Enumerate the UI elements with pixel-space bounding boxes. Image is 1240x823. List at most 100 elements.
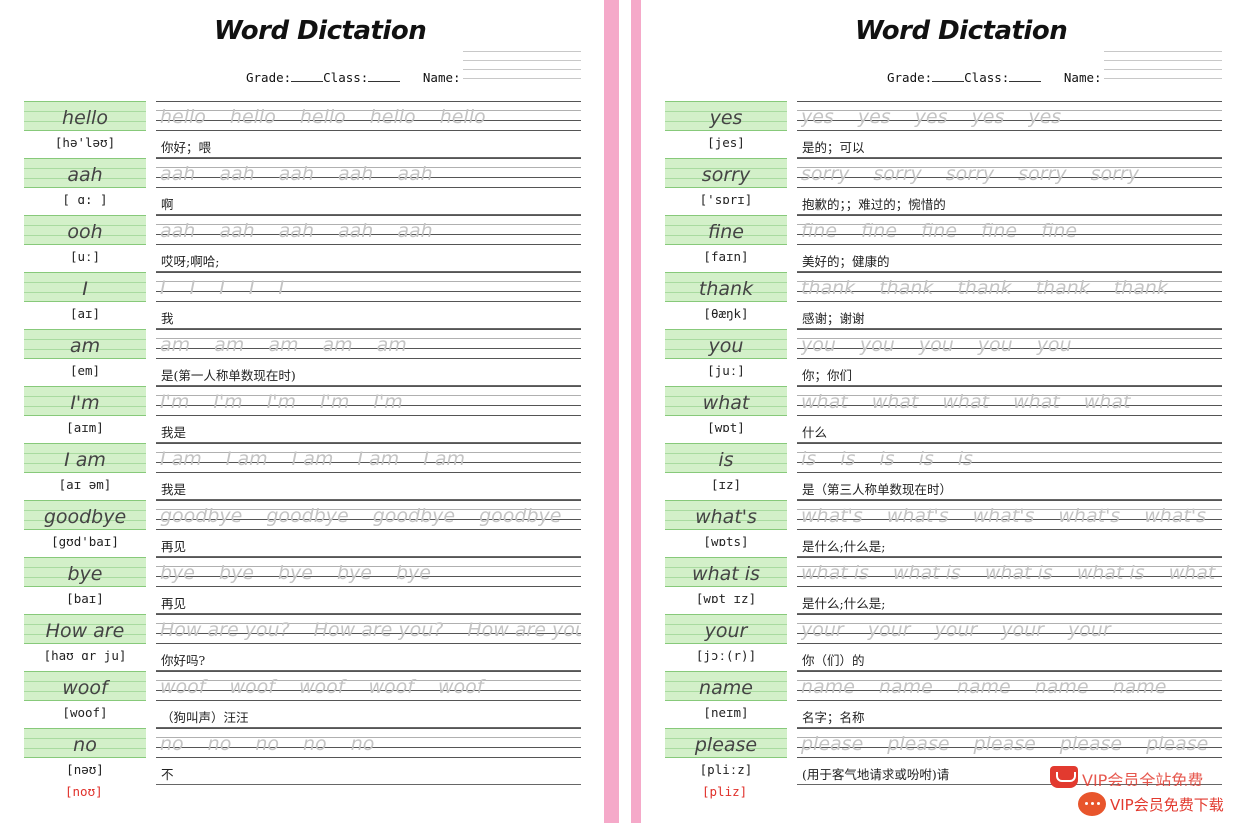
tracing-word: fine xyxy=(1041,220,1078,242)
tracing-word: aah xyxy=(278,163,314,185)
writing-line xyxy=(797,614,1222,615)
word-row: bye [baɪ] bye bye bye bye bye 再见 xyxy=(0,557,604,614)
meaning: 是(第一人称单数现在时) xyxy=(161,368,296,383)
writing-area[interactable]: How are you?How are you?How are you?How … xyxy=(156,614,581,644)
word-box: thank xyxy=(665,272,787,302)
tracing-word: sorry xyxy=(801,163,850,185)
writing-line xyxy=(156,586,581,587)
writing-area[interactable]: bye bye bye bye bye xyxy=(156,557,581,587)
writing-area[interactable]: goodbyegoodbyegoodbyegoodbyegoodbye xyxy=(156,500,581,530)
tracing-word: you xyxy=(918,334,954,356)
tracing-words: I'm I'm I'm I'm I'm xyxy=(160,391,581,413)
page-title: Word Dictation xyxy=(855,16,1068,46)
tracing-word: no xyxy=(350,733,375,755)
meaning: 我是 xyxy=(161,425,187,440)
writing-line xyxy=(156,358,581,359)
writing-line xyxy=(797,757,1222,758)
phonetic: [hə'ləʊ] xyxy=(54,135,116,150)
phonetic: [ ɑ: ] xyxy=(62,192,108,207)
vip-download-watermark[interactable]: VIP会员全站免费 VIP会员免费下载 xyxy=(1048,762,1240,823)
grade-blank[interactable] xyxy=(291,70,324,82)
tracing-word: please xyxy=(887,733,950,755)
tracing-word: hello xyxy=(229,106,276,128)
tracing-word: sorry xyxy=(1018,163,1067,185)
tracing-words: what what what what what xyxy=(801,391,1222,413)
tracing-word: what is xyxy=(892,562,961,584)
tracing-word: what xyxy=(942,391,990,413)
tracing-words: thank thank thank thank thank xyxy=(801,277,1222,299)
meaning: 再见 xyxy=(161,596,187,611)
meaning: (用于客气地请求或吩咐)请 xyxy=(802,767,950,782)
page-title: Word Dictation xyxy=(214,16,427,46)
writing-line xyxy=(797,671,1222,672)
meaning: 我是 xyxy=(161,482,187,497)
writing-area[interactable]: please please please please please xyxy=(797,728,1222,758)
phonetic: [wɒt] xyxy=(707,420,745,435)
class-blank[interactable] xyxy=(368,70,401,82)
meaning: 你好吗? xyxy=(161,653,206,668)
writing-area[interactable]: thank thank thank thank thank xyxy=(797,272,1222,302)
vocab-word: I am xyxy=(64,449,106,471)
writing-area[interactable]: aah aah aah aah aah xyxy=(156,158,581,188)
vocab-word: yes xyxy=(709,107,743,129)
word-box: I'm xyxy=(24,386,146,416)
grade-blank[interactable] xyxy=(932,70,965,82)
tracing-word: name xyxy=(878,676,933,698)
word-row: ooh [uː] aah aah aah aah aah 哎呀;啊哈; xyxy=(0,215,604,272)
tracing-word: what's xyxy=(1058,505,1121,527)
writing-line xyxy=(156,557,581,558)
writing-area[interactable]: am am am am am xyxy=(156,329,581,359)
class-blank[interactable] xyxy=(1009,70,1042,82)
writing-area[interactable]: name name name name name xyxy=(797,671,1222,701)
writing-area[interactable]: you you you you you xyxy=(797,329,1222,359)
word-box: am xyxy=(24,329,146,359)
tracing-word: aah xyxy=(278,220,314,242)
writing-area[interactable]: I am I am I am I am I am xyxy=(156,443,581,473)
tracing-word: what xyxy=(801,391,848,413)
chat-bubble-icon xyxy=(1078,792,1106,816)
word-row: am [em] am am am am am 是(第一人称单数现在时) xyxy=(0,329,604,386)
phonetic: [em] xyxy=(69,363,101,378)
writing-area[interactable]: what is what is what is what is what is xyxy=(797,557,1222,587)
vocab-word: goodbye xyxy=(43,506,127,528)
writing-area[interactable]: no no no no no xyxy=(156,728,581,758)
tracing-word: I am xyxy=(357,448,400,470)
meaning: 你；你们 xyxy=(802,368,853,383)
writing-area[interactable]: what what what what what xyxy=(797,386,1222,416)
writing-area[interactable]: is is is is is xyxy=(797,443,1222,473)
writing-area[interactable]: yes yes yes yes yes xyxy=(797,101,1222,131)
writing-area[interactable]: your your your your your xyxy=(797,614,1222,644)
tracing-words: fine fine fine fine fine xyxy=(801,220,1222,242)
word-box: How are xyxy=(24,614,146,644)
writing-area[interactable]: aah aah aah aah aah xyxy=(156,215,581,245)
writing-area[interactable]: fine fine fine fine fine xyxy=(797,215,1222,245)
tracing-words: aah aah aah aah aah xyxy=(160,220,581,242)
phonetic: [haʊ ɑr ju] xyxy=(43,648,127,663)
writing-area[interactable]: what's what's what's what's what's xyxy=(797,500,1222,530)
word-box: yes xyxy=(665,101,787,131)
writing-line xyxy=(156,472,581,473)
tracing-word: thank xyxy=(879,277,934,299)
writing-area[interactable]: hello hello hello hello hello xyxy=(156,101,581,131)
writing-area[interactable]: I'm I'm I'm I'm I'm xyxy=(156,386,581,416)
tracing-word: what xyxy=(1013,391,1060,413)
vocab-word: bye xyxy=(67,563,103,585)
writing-area[interactable]: IIIII xyxy=(156,272,581,302)
writing-area[interactable]: woof woof woof woof woof xyxy=(156,671,581,701)
tracing-word: aah xyxy=(397,163,433,185)
writing-area[interactable]: sorry sorry sorry sorry sorry xyxy=(797,158,1222,188)
writing-line xyxy=(156,415,581,416)
meaning: （狗叫声）汪汪 xyxy=(161,710,249,725)
tracing-word: fine xyxy=(861,220,898,242)
writing-line xyxy=(797,329,1222,330)
tracing-word: I xyxy=(160,277,166,299)
phonetic: [nəʊ] xyxy=(66,762,104,777)
word-row: yes [jes] yes yes yes yes yes 是的；可以 xyxy=(641,101,1240,158)
tracing-words: what is what is what is what is what is xyxy=(801,562,1222,584)
tracing-word: is xyxy=(918,448,934,470)
tracing-word: please xyxy=(973,733,1036,755)
writing-line xyxy=(797,358,1222,359)
tracing-word: I'm xyxy=(373,391,403,413)
page-divider-strip xyxy=(604,0,619,823)
tracing-word: is xyxy=(957,448,973,470)
